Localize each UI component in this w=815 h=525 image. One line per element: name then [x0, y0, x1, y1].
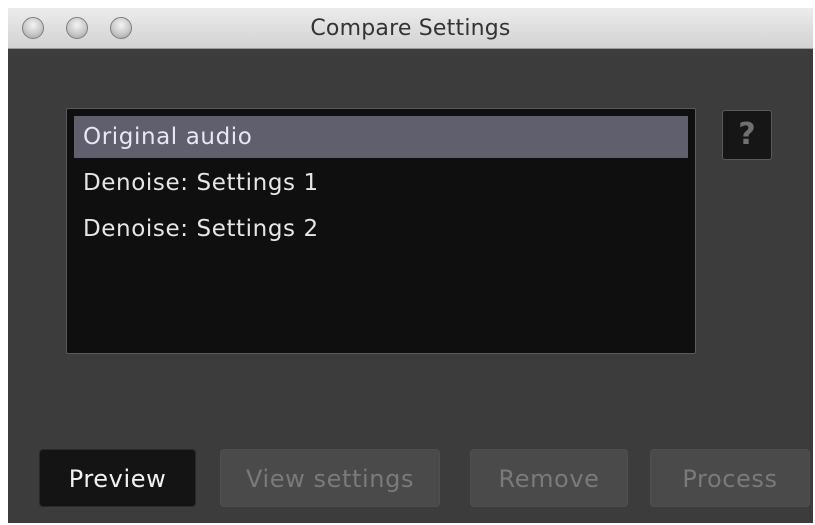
view-settings-button[interactable]: View settings	[220, 449, 440, 507]
help-button[interactable]: ?	[722, 110, 772, 160]
settings-list[interactable]: Original audio Denoise: Settings 1 Denoi…	[66, 108, 696, 354]
list-item-original-audio[interactable]: Original audio	[74, 116, 688, 158]
window-title: Compare Settings	[310, 16, 511, 41]
process-button[interactable]: Process	[650, 449, 810, 507]
list-item-denoise-settings-1[interactable]: Denoise: Settings 1	[74, 162, 688, 204]
list-item-denoise-settings-2[interactable]: Denoise: Settings 2	[74, 208, 688, 250]
remove-button[interactable]: Remove	[470, 449, 628, 507]
title-bar: Compare Settings	[8, 8, 813, 49]
compare-settings-window: Compare Settings Original audio Denoise:…	[8, 8, 813, 523]
preview-button[interactable]: Preview	[39, 449, 196, 507]
